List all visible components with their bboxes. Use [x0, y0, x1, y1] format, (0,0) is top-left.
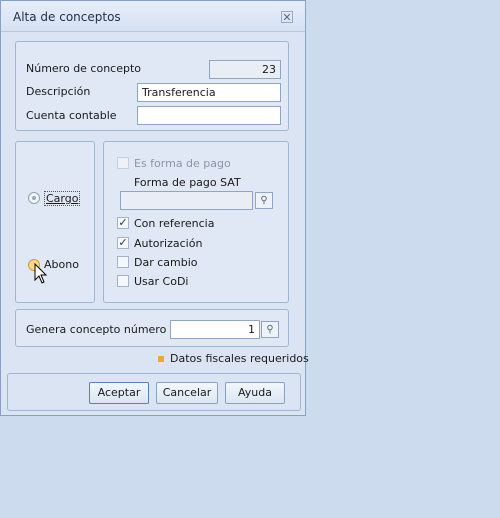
forma-pago-sat-field: [120, 191, 253, 210]
usar-codi-label: Usar CoDi: [134, 275, 189, 288]
tipo-group: Cargo Abono: [15, 141, 95, 303]
required-legend-marker: [158, 356, 164, 362]
forma-pago-label: Es forma de pago: [134, 157, 231, 170]
ayuda-button[interactable]: Ayuda: [225, 382, 285, 404]
options-group: Es forma de pago Forma de pago SAT ⚲ ✓ C…: [103, 141, 289, 303]
genera-label: Genera concepto número: [26, 323, 167, 336]
cargo-radio[interactable]: [28, 192, 40, 204]
descripcion-input[interactable]: Transferencia: [137, 83, 281, 102]
title-bar: Alta de conceptos ✕: [1, 1, 305, 32]
alta-conceptos-dialog: Alta de conceptos ✕ Número de concepto 2…: [0, 0, 309, 416]
usar-codi-checkbox[interactable]: [117, 275, 129, 287]
con-referencia-label: Con referencia: [134, 217, 215, 230]
autorizacion-label: Autorización: [134, 237, 203, 250]
autorizacion-checkbox[interactable]: ✓: [117, 237, 129, 249]
forma-pago-checkbox[interactable]: [117, 157, 129, 169]
dar-cambio-checkbox[interactable]: [117, 256, 129, 268]
numero-label: Número de concepto: [26, 62, 142, 75]
window-title: Alta de conceptos: [13, 10, 121, 24]
forma-pago-sat-label: Forma de pago SAT: [134, 176, 241, 189]
required-legend-text: Datos fiscales requeridos: [170, 352, 309, 365]
mouse-cursor-icon: [34, 263, 48, 284]
descripcion-label: Descripción: [26, 85, 91, 98]
con-referencia-checkbox[interactable]: ✓: [117, 217, 129, 229]
genera-input[interactable]: 1: [170, 320, 260, 339]
cancelar-button[interactable]: Cancelar: [156, 382, 218, 404]
aceptar-button[interactable]: Aceptar: [89, 382, 149, 404]
dar-cambio-label: Dar cambio: [134, 256, 198, 269]
abono-label: Abono: [44, 258, 79, 271]
cuenta-input[interactable]: [137, 106, 281, 125]
cuenta-label: Cuenta contable: [26, 109, 117, 122]
button-bar: Aceptar Cancelar Ayuda: [7, 373, 301, 411]
numero-field: 23: [209, 60, 281, 79]
search-icon[interactable]: ⚲: [255, 192, 273, 209]
genera-group: Genera concepto número 1 ⚲: [15, 309, 289, 347]
concept-info-group: Número de concepto 23 Descripción Transf…: [15, 41, 289, 131]
search-icon[interactable]: ⚲: [261, 321, 279, 338]
close-icon[interactable]: ✕: [281, 11, 293, 24]
cargo-label: Cargo: [44, 191, 81, 206]
